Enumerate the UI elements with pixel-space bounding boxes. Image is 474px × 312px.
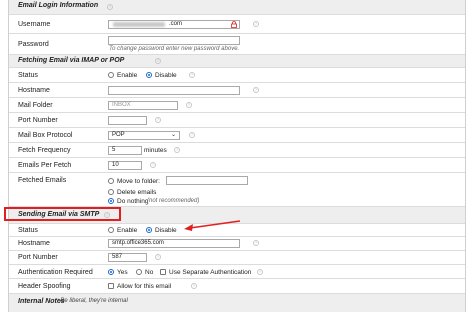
smtp-disable-label: Disable [155,227,177,234]
spoof-label: Header Spoofing [18,283,71,290]
smtp-port-input[interactable]: 587 [108,253,147,262]
frequency-label: Fetch Frequency [18,147,71,154]
protocol-select[interactable]: POP ⌄ [108,131,180,140]
fetch-disable-radio[interactable] [146,72,152,78]
fetched-label: Fetched Emails [18,177,67,184]
auth-yes-radio[interactable] [108,269,114,275]
auth-yes-label: Yes [117,269,128,276]
username-input[interactable]: .com [108,20,240,29]
help-icon[interactable]: ? [150,162,156,168]
spoof-option-label: Allow for this email [117,283,172,290]
password-hint: To change password enter new password ab… [109,46,240,52]
row-frequency: Fetch Frequency 5 minutes ? [9,143,465,158]
auth-no-label: No [145,269,154,276]
auth-label: Authentication Required [18,269,93,276]
separate-auth-checkbox[interactable] [160,269,166,275]
delete-emails-radio[interactable] [108,189,114,195]
help-icon[interactable]: ? [253,87,259,93]
row-protocol: Mail Box Protocol POP ⌄ ? [9,128,465,143]
section-fetching: Fetching Email via IMAP or POP ? [9,55,465,68]
smtp-enable-radio[interactable] [108,227,114,233]
move-to-folder-label: Move to folder: [117,178,160,185]
smtp-highlight-box [4,207,121,221]
password-manager-icon[interactable] [231,21,237,28]
help-icon[interactable]: ? [253,21,259,27]
mail-folder-label: Mail Folder [18,102,53,109]
help-icon[interactable]: ? [189,72,195,78]
row-mail-folder: Mail Folder INBOX ? [9,98,465,113]
mail-folder-input[interactable]: INBOX [108,101,178,110]
email-settings-form: Email Login Information ? Username .com … [8,0,466,312]
help-icon[interactable]: ? [253,240,259,246]
help-icon[interactable]: ? [107,4,113,10]
row-fetch-hostname: Hostname ? [9,83,465,98]
section-fetching-title: Fetching Email via IMAP or POP [18,57,125,64]
fetch-hostname-label: Hostname [18,87,50,94]
row-password: Password To change password enter new pa… [9,34,465,55]
fetch-port-label: Port Number [18,117,58,124]
fetch-hostname-input[interactable] [108,86,240,95]
help-icon[interactable]: ? [257,269,263,275]
row-smtp-hostname: Hostname smtp.office365.com ? [9,237,465,251]
delete-emails-label: Delete emails [117,189,157,196]
smtp-port-label: Port Number [18,254,58,261]
row-fetch-status: Status Enable Disable ? [9,68,465,83]
internal-notes-hint: : Be liberal, they're internal [57,298,128,304]
help-icon[interactable]: ? [186,102,192,108]
auth-no-radio[interactable] [136,269,142,275]
smtp-status-label: Status [18,227,38,234]
row-fetch-port: Port Number ? [9,113,465,128]
fetch-port-input[interactable] [108,116,147,125]
smtp-hostname-input[interactable]: smtp.office365.com [108,239,240,248]
section-login-title: Email Login Information [18,2,99,9]
row-per-fetch: Emails Per Fetch 10 ? [9,158,465,173]
username-label: Username [18,21,51,28]
section-internal-notes: Internal Notes : Be liberal, they're int… [9,294,465,312]
password-input[interactable] [108,36,240,45]
smtp-hostname-label: Hostname [18,240,50,247]
row-header-spoofing: Header Spoofing Allow for this email ? [9,279,465,294]
help-icon[interactable]: ? [174,147,180,153]
move-folder-input[interactable] [166,176,248,185]
row-auth-required: Authentication Required Yes No Use Separ… [9,265,465,279]
row-smtp-port: Port Number 587 ? [9,251,465,265]
help-icon[interactable]: ? [189,132,195,138]
username-domain: .com [169,21,183,27]
fetch-disable-label: Disable [155,72,177,79]
help-icon[interactable]: ? [155,117,161,123]
frequency-unit: minutes [144,147,167,154]
password-label: Password [18,41,49,48]
red-arrow-icon [184,220,241,231]
help-icon[interactable]: ? [155,254,161,260]
chevron-down-icon: ⌄ [170,132,176,138]
redacted-username [113,22,165,27]
smtp-disable-radio[interactable] [146,227,152,233]
per-fetch-label: Emails Per Fetch [18,162,72,169]
fetch-status-label: Status [18,72,38,79]
row-username: Username .com ? [9,15,465,34]
do-nothing-label: Do nothing [117,198,149,205]
fetch-enable-label: Enable [117,72,138,79]
protocol-value: POP [112,132,125,138]
row-fetched-emails: Fetched Emails Move to folder: Delete em… [9,173,465,207]
spoof-checkbox[interactable] [108,283,114,289]
do-nothing-note: (not recommended) [147,198,200,204]
section-login: Email Login Information ? [9,0,465,15]
move-to-folder-radio[interactable] [108,178,114,184]
fetch-enable-radio[interactable] [108,72,114,78]
smtp-enable-label: Enable [117,227,138,234]
help-icon[interactable]: ? [155,58,161,64]
per-fetch-input[interactable]: 10 [108,161,142,170]
protocol-label: Mail Box Protocol [18,132,73,139]
help-icon[interactable]: ? [191,283,197,289]
separate-auth-label: Use Separate Authentication [169,269,252,276]
frequency-input[interactable]: 5 [108,146,142,155]
do-nothing-radio[interactable] [108,198,114,204]
